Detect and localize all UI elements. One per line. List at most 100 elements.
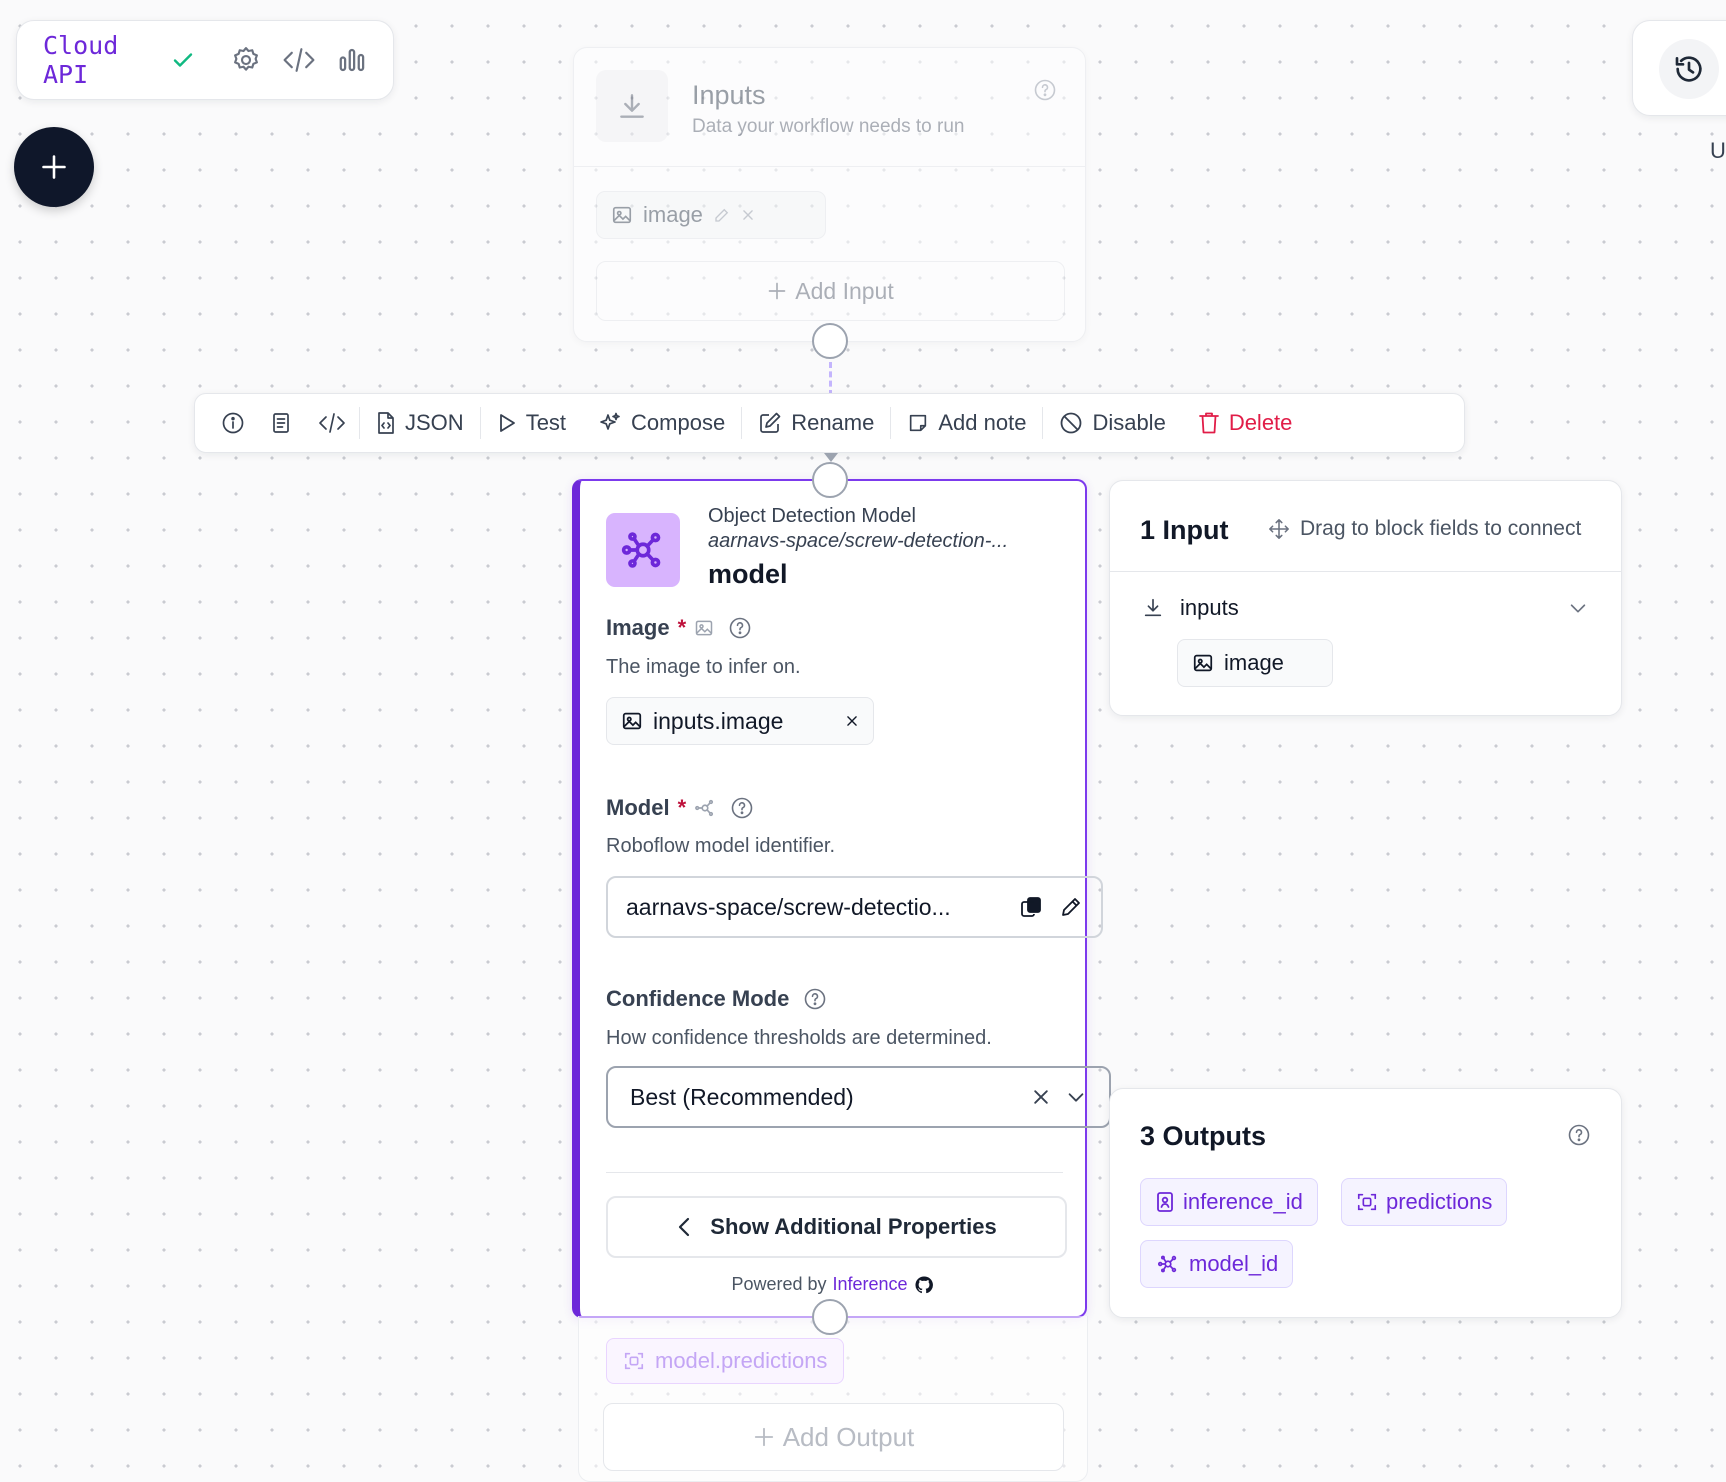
json-button[interactable]: JSON xyxy=(360,394,480,452)
sparkles-icon xyxy=(598,411,622,435)
model-id-value: aarnavs-space/screw-detectio... xyxy=(626,893,951,920)
divider xyxy=(1110,571,1621,572)
cloud-api-title: Cloud API xyxy=(43,31,119,89)
output-chip-model-id[interactable]: model_id xyxy=(1140,1240,1294,1288)
test-button[interactable]: Test xyxy=(481,394,582,452)
add-note-button[interactable]: Add note xyxy=(891,394,1042,452)
add-input-button[interactable]: Add Input xyxy=(596,261,1065,321)
bar-chart-icon[interactable] xyxy=(337,45,367,75)
model-id-field[interactable]: aarnavs-space/screw-detectio... xyxy=(606,876,1103,938)
object-detection-block[interactable]: Object Detection Model aarnavs-space/scr… xyxy=(572,479,1111,1318)
divider xyxy=(606,1172,1063,1173)
outputs-count-title: 3 Outputs xyxy=(1140,1121,1266,1151)
add-output-button[interactable]: Add Output xyxy=(603,1403,1064,1471)
download-icon xyxy=(1142,597,1164,619)
help-icon[interactable] xyxy=(728,616,752,640)
plus-icon xyxy=(767,281,787,301)
output-chip-predictions[interactable]: predictions xyxy=(1341,1178,1508,1226)
confidence-mode-label-text: Confidence Mode xyxy=(606,986,790,1011)
clear-icon[interactable] xyxy=(1031,1087,1051,1107)
disable-button[interactable]: Disable xyxy=(1043,394,1181,452)
inputs-block-icon-box xyxy=(596,70,668,142)
model-field-description: Roboflow model identifier. xyxy=(606,835,836,857)
model-output-handle[interactable] xyxy=(812,1299,848,1335)
image-icon xyxy=(1192,652,1214,674)
close-icon[interactable] xyxy=(741,208,755,222)
block-toolbar: JSON Test Compose Rename Add note Disabl… xyxy=(194,393,1465,453)
close-icon[interactable] xyxy=(845,714,859,728)
copy-icon[interactable] xyxy=(1019,895,1043,919)
image-icon xyxy=(621,710,643,732)
compose-button[interactable]: Compose xyxy=(582,394,741,452)
trash-icon xyxy=(1198,411,1220,435)
output-chip-label: inference_id xyxy=(1183,1189,1303,1214)
help-icon[interactable] xyxy=(730,796,754,820)
docs-button[interactable] xyxy=(257,394,305,452)
inputs-block[interactable]: Inputs Data your workflow needs to run i… xyxy=(573,47,1086,342)
image-reference-value: inputs.image xyxy=(653,707,784,734)
delete-button[interactable]: Delete xyxy=(1182,394,1309,452)
inputs-block-title: Inputs xyxy=(692,80,766,110)
chevron-left-icon xyxy=(676,1215,694,1239)
add-note-label: Add note xyxy=(938,410,1027,435)
github-icon[interactable] xyxy=(914,1275,934,1295)
bounding-box-icon xyxy=(623,1350,645,1372)
gear-icon[interactable] xyxy=(231,45,261,75)
plus-icon xyxy=(753,1426,775,1448)
block-model-ref: aarnavs-space/screw-detection-... xyxy=(708,530,1009,552)
delete-label: Delete xyxy=(1228,410,1293,435)
history-button[interactable] xyxy=(1659,39,1719,99)
info-button[interactable] xyxy=(209,394,257,452)
image-field-description: The image to infer on. xyxy=(606,656,801,678)
add-output-label: Add Output xyxy=(782,1421,915,1452)
code-icon[interactable] xyxy=(281,45,317,75)
model-network-icon xyxy=(694,797,716,819)
input-chip-image[interactable]: image xyxy=(596,191,826,239)
output-chip-model-predictions[interactable]: model.predictions xyxy=(606,1338,845,1384)
pencil-icon[interactable] xyxy=(1059,895,1083,919)
inputs-block-subtitle: Data your workflow needs to run xyxy=(692,116,965,137)
help-icon[interactable] xyxy=(1567,1123,1591,1147)
chevron-down-icon[interactable] xyxy=(1065,1086,1087,1108)
help-icon[interactable] xyxy=(1033,78,1057,102)
inputs-group-row[interactable]: inputs xyxy=(1142,595,1589,621)
powered-by-text: Powered by xyxy=(731,1274,827,1294)
confidence-mode-select[interactable]: Best (Recommended) xyxy=(606,1066,1111,1128)
image-icon xyxy=(611,204,633,226)
show-additional-properties-button[interactable]: Show Additional Properties xyxy=(606,1196,1067,1258)
inference-link[interactable]: Inference xyxy=(833,1274,908,1295)
model-field-label: Model * xyxy=(606,795,754,821)
bounding-box-icon xyxy=(1356,1191,1378,1213)
json-label: JSON xyxy=(405,410,464,435)
required-mark: * xyxy=(677,795,687,820)
plus-icon xyxy=(40,153,68,181)
input-chip-label: image xyxy=(643,202,703,227)
rename-label: Rename xyxy=(791,410,875,435)
image-field-label-text: Image xyxy=(606,615,670,640)
model-input-handle[interactable] xyxy=(812,462,848,498)
rename-button[interactable]: Rename xyxy=(742,394,890,452)
sticky-note-icon xyxy=(907,412,929,434)
divider xyxy=(574,166,1085,167)
code-icon xyxy=(317,411,347,435)
model-network-icon xyxy=(1155,1253,1181,1275)
input-field-chip-image[interactable]: image xyxy=(1177,639,1333,687)
check-icon xyxy=(171,48,195,72)
add-block-button[interactable] xyxy=(14,127,94,207)
output-chip-inference-id[interactable]: inference_id xyxy=(1140,1178,1318,1226)
edit-icon[interactable] xyxy=(713,206,731,224)
document-icon xyxy=(269,411,293,435)
compose-label: Compose xyxy=(631,410,726,435)
inputs-count-title: 1 Input xyxy=(1140,515,1229,545)
chevron-down-icon[interactable] xyxy=(1567,597,1589,619)
block-name[interactable]: model xyxy=(708,559,788,590)
block-icon-box xyxy=(606,513,680,587)
image-reference-chip[interactable]: inputs.image xyxy=(606,697,874,745)
disable-label: Disable xyxy=(1092,410,1166,435)
inputs-output-handle[interactable] xyxy=(812,323,848,359)
model-field-label-text: Model xyxy=(606,795,670,820)
id-badge-icon xyxy=(1155,1191,1175,1213)
help-icon[interactable] xyxy=(803,987,827,1011)
download-icon xyxy=(616,90,648,122)
code-button[interactable] xyxy=(305,394,359,452)
